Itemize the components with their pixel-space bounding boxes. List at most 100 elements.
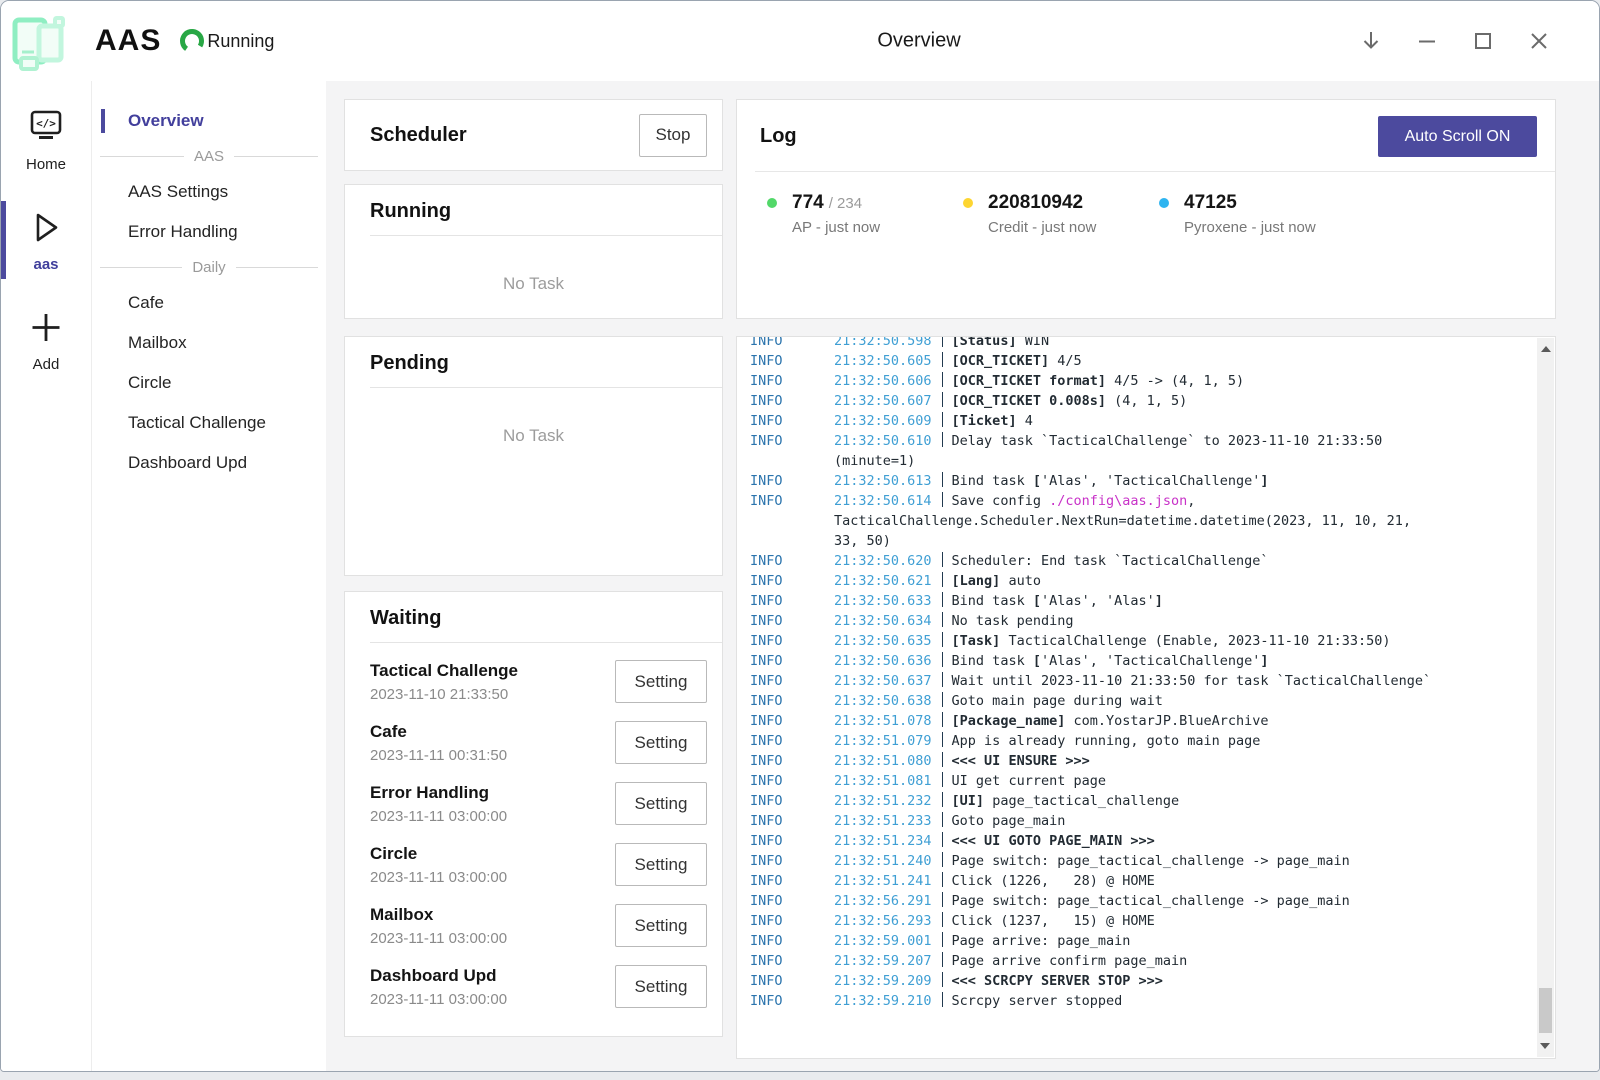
rail-item-add[interactable]: Add (1, 301, 91, 379)
log-message: 21:32:50.607[OCR_TICKET 0.008s] (4, 1, 5… (834, 391, 1187, 411)
sidebar-item-circle[interactable]: Circle (92, 363, 326, 403)
maximize-button[interactable] (1463, 21, 1503, 61)
log-level: INFO (750, 971, 834, 991)
log-line: INFO 21:32:51.080<<< UI ENSURE >>> (750, 751, 1555, 771)
nav-item-label: AAS Settings (128, 182, 228, 201)
log-scrollbar[interactable] (1537, 338, 1554, 1057)
resource-stat: 220810942 Credit - just now (963, 192, 1159, 236)
log-level: INFO (750, 791, 834, 811)
log-level: INFO (750, 931, 834, 951)
waiting-task-next-run: 2023-11-11 03:00:00 (370, 930, 507, 947)
log-line: INFO 21:32:59.210Scrcpy server stopped (750, 991, 1555, 1011)
log-level: INFO (750, 711, 834, 731)
scroll-up-arrow-icon[interactable] (1541, 346, 1551, 352)
sidebar-item-dashboard-upd[interactable]: Dashboard Upd (92, 443, 326, 483)
log-message: 21:32:50.605[OCR_TICKET] 4/5 (834, 351, 1082, 371)
close-button[interactable] (1519, 21, 1559, 61)
setting-button[interactable]: Setting (615, 782, 707, 825)
setting-button[interactable]: Setting (615, 721, 707, 764)
setting-button[interactable]: Setting (615, 965, 707, 1008)
log-message: 21:32:50.610Delay task `TacticalChalleng… (834, 431, 1382, 451)
log-message: 21:32:51.241Click (1226, 28) @ HOME (834, 871, 1155, 891)
log-level (750, 451, 834, 471)
log-level: INFO (750, 551, 834, 571)
log-line: INFO 21:32:51.078[Package_name] com.Yost… (750, 711, 1555, 731)
pending-title: Pending (370, 352, 449, 374)
log-level: INFO (750, 371, 834, 391)
sidebar-item-aas-settings[interactable]: AAS Settings (92, 172, 326, 212)
maximize-icon (1472, 30, 1494, 52)
log-message: 21:32:59.210Scrcpy server stopped (834, 991, 1122, 1011)
stop-button[interactable]: Stop (639, 114, 707, 157)
log-message: 21:32:50.634No task pending (834, 611, 1073, 631)
running-card: Running No Task (344, 184, 723, 319)
running-empty-text: No Task (345, 274, 722, 294)
log-line: INFO 21:32:51.079App is already running,… (750, 731, 1555, 751)
rail-item-aas[interactable]: aas (1, 201, 91, 279)
sidebar-item-error-handling[interactable]: Error Handling (92, 212, 326, 252)
sidebar-item-cafe[interactable]: Cafe (92, 283, 326, 323)
stat-label: Credit - just now (988, 219, 1096, 236)
download-arrow-icon (1360, 30, 1382, 52)
divider-line (234, 156, 318, 157)
scrollbar-thumb[interactable] (1539, 988, 1552, 1033)
plus-icon (26, 307, 66, 349)
nav-item-label: Cafe (128, 293, 164, 312)
log-line: INFO 21:32:50.607[OCR_TICKET 0.008s] (4,… (750, 391, 1555, 411)
download-update-button[interactable] (1351, 21, 1391, 61)
active-indicator-bar (101, 109, 105, 133)
auto-scroll-toggle-button[interactable]: Auto Scroll ON (1378, 116, 1537, 157)
rail-item-label: Add (33, 356, 60, 373)
resource-stat: 47125 Pyroxene - just now (1159, 192, 1355, 236)
app-window: AAS Running Overview (0, 0, 1600, 1072)
log-message: 21:32:50.621[Lang] auto (834, 571, 1041, 591)
sidebar-item-mailbox[interactable]: Mailbox (92, 323, 326, 363)
minimize-icon (1416, 30, 1438, 52)
stat-value: 220810942 (988, 192, 1083, 213)
log-message: 21:32:56.291Page switch: page_tactical_c… (834, 891, 1350, 911)
log-level: INFO (750, 691, 834, 711)
scroll-down-arrow-icon[interactable] (1540, 1043, 1550, 1049)
setting-button[interactable]: Setting (615, 843, 707, 886)
waiting-task-next-run: 2023-11-11 03:00:00 (370, 808, 507, 825)
log-level: INFO (750, 771, 834, 791)
play-icon (26, 207, 66, 249)
log-line: INFO 21:32:50.638Goto main page during w… (750, 691, 1555, 711)
status-label: Running (207, 31, 274, 52)
log-level: INFO (750, 871, 834, 891)
log-message: 21:32:50.633Bind task ['Alas', 'Alas'] (834, 591, 1163, 611)
sidebar-item-tactical-challenge[interactable]: Tactical Challenge (92, 403, 326, 443)
waiting-task-info: Cafe 2023-11-11 00:31:50 (370, 722, 507, 764)
scheduler-title: Scheduler (370, 124, 467, 147)
log-message: 21:32:51.234<<< UI GOTO PAGE_MAIN >>> (834, 831, 1155, 851)
log-level: INFO (750, 591, 834, 611)
log-line: INFO 21:32:50.637Wait until 2023-11-10 2… (750, 671, 1555, 691)
log-level: INFO (750, 891, 834, 911)
rail-item-home[interactable]: </> Home (1, 101, 91, 179)
waiting-task-info: Circle 2023-11-11 03:00:00 (370, 844, 507, 886)
code-monitor-icon: </> (26, 107, 66, 149)
minimize-button[interactable] (1407, 21, 1447, 61)
log-line: INFO 21:32:50.614Save config ./config\aa… (750, 491, 1555, 511)
main-area: Scheduler Stop Running No Task Pending N… (326, 81, 1599, 1072)
log-line: INFO 21:32:50.636Bind task ['Alas', 'Tac… (750, 651, 1555, 671)
resource-stat: 774/ 234 AP - just now (767, 192, 963, 236)
waiting-task-next-run: 2023-11-11 00:31:50 (370, 747, 507, 764)
stat-dot-icon (963, 198, 973, 208)
waiting-task-name: Mailbox (370, 905, 507, 925)
setting-button[interactable]: Setting (615, 904, 707, 947)
waiting-task-list: Tactical Challenge 2023-11-10 21:33:50 S… (345, 643, 722, 1017)
divider-line (100, 267, 182, 268)
log-level: INFO (750, 351, 834, 371)
log-output-card[interactable]: INFO 21:32:50.598[Status] WIN INFO 21:32… (736, 336, 1556, 1059)
log-message: 21:32:51.240Page switch: page_tactical_c… (834, 851, 1350, 871)
setting-button[interactable]: Setting (615, 660, 707, 703)
waiting-task-name: Cafe (370, 722, 507, 742)
log-line: INFO 21:32:51.240Page switch: page_tacti… (750, 851, 1555, 871)
log-level: INFO (750, 911, 834, 931)
sidebar-item-overview[interactable]: Overview (92, 101, 326, 141)
waiting-title: Waiting (370, 607, 441, 629)
log-line: INFO 21:32:59.209<<< SCRCPY SERVER STOP … (750, 971, 1555, 991)
log-line: INFO 21:32:50.634No task pending (750, 611, 1555, 631)
nav-item-label: Error Handling (128, 222, 238, 241)
